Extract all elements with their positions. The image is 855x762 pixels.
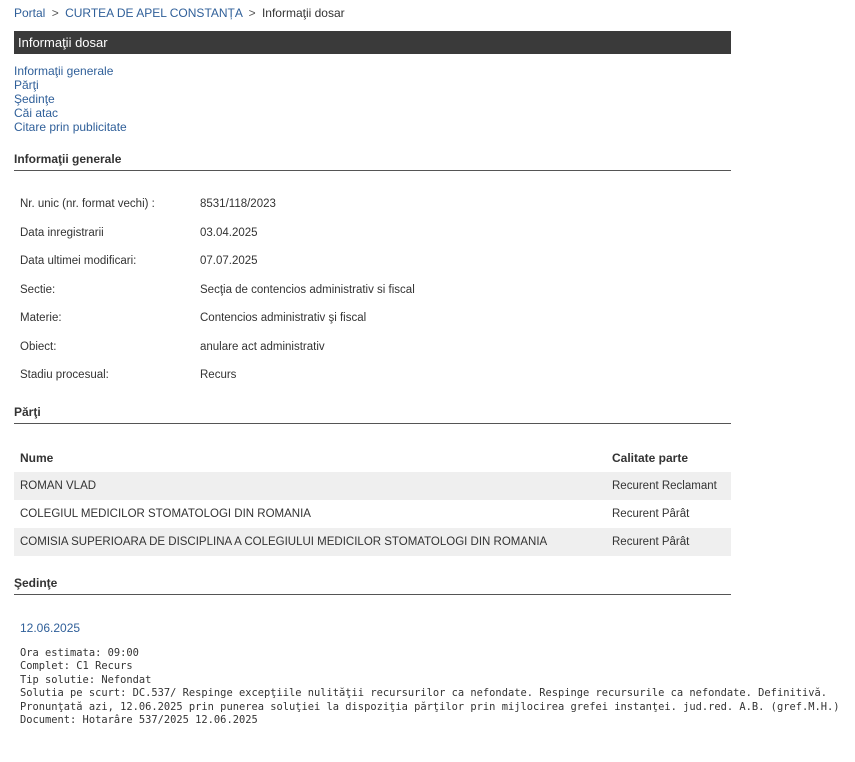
page-title: Informaţii dosar <box>14 31 731 54</box>
info-label: Stadiu procesual: <box>20 369 109 382</box>
table-row: COMISIA SUPERIOARA DE DISCIPLINA A COLEG… <box>14 528 731 556</box>
session-solution-summary: Solutia pe scurt: DC.537/ Respinge excep… <box>20 687 827 700</box>
parties-table: Nume Calitate parte ROMAN VLAD Recurent … <box>14 444 731 556</box>
sessions-heading: Şedinţe <box>14 576 731 595</box>
session-document: Document: Hotarâre 537/2025 12.06.2025 <box>20 714 258 727</box>
info-row: Obiect: anulare act administrativ <box>20 333 415 362</box>
info-value: 8531/118/2023 <box>200 198 276 211</box>
nav-link-appeals[interactable]: Căi atac <box>14 106 127 120</box>
info-row: Nr. unic (nr. format vechi) : 8531/118/2… <box>20 190 415 219</box>
column-header-role: Calitate parte <box>612 451 689 465</box>
party-role: Recurent Pârât <box>612 508 690 520</box>
nav-link-general[interactable]: Informaţii generale <box>14 64 127 78</box>
info-label: Materie: <box>20 312 62 325</box>
general-info-table: Nr. unic (nr. format vechi) : 8531/118/2… <box>20 190 415 390</box>
column-header-name: Nume <box>20 451 54 465</box>
session-entry: 12.06.2025 Ora estimata: 09:00 Complet: … <box>20 621 840 727</box>
info-row: Materie: Contencios administrativ şi fis… <box>20 304 415 333</box>
table-row: COLEGIUL MEDICILOR STOMATOLOGI DIN ROMAN… <box>14 500 731 528</box>
session-pronouncement: Pronunţată azi, 12.06.2025 prin punerea … <box>20 700 840 713</box>
breadcrumb-current: Informaţii dosar <box>261 6 345 20</box>
session-solution-type: Tip solutie: Nefondat <box>20 673 152 686</box>
nav-link-sessions[interactable]: Şedinţe <box>14 92 127 106</box>
party-name: ROMAN VLAD <box>14 472 606 500</box>
info-value: anulare act administrativ <box>200 340 325 353</box>
party-name: COMISIA SUPERIOARA DE DISCIPLINA A COLEG… <box>14 528 606 556</box>
session-panel: Complet: C1 Recurs <box>20 660 133 673</box>
info-value: 03.04.2025 <box>200 226 258 239</box>
info-value: 07.07.2025 <box>200 255 258 268</box>
info-label: Obiect: <box>20 340 57 353</box>
parties-header-row: Nume Calitate parte <box>14 444 731 472</box>
session-estimated-time: Ora estimata: 09:00 <box>20 647 139 659</box>
breadcrumb: Portal > CURTEA DE APEL CONSTANȚA > Info… <box>14 6 345 20</box>
section-nav: Informaţii generale Părţi Şedinţe Căi at… <box>14 64 127 134</box>
nav-link-public-summons[interactable]: Citare prin publicitate <box>14 120 127 134</box>
info-row: Stadiu procesual: Recurs <box>20 361 415 390</box>
info-label: Sectie: <box>20 283 56 296</box>
session-date-link[interactable]: 12.06.2025 <box>20 621 840 635</box>
session-details: Ora estimata: 09:00 Complet: C1 Recurs T… <box>20 647 840 727</box>
breadcrumb-portal-link[interactable]: Portal <box>14 6 45 20</box>
info-label: Data ultimei modificari: <box>20 255 137 268</box>
info-label: Data inregistrarii <box>20 226 104 239</box>
party-role: Recurent Reclamant <box>606 472 731 500</box>
breadcrumb-separator: > <box>51 6 59 20</box>
info-value: Secţia de contencios administrativ si fi… <box>200 283 415 296</box>
info-value: Recurs <box>200 369 237 382</box>
table-row: ROMAN VLAD Recurent Reclamant <box>14 472 731 500</box>
breadcrumb-court-link[interactable]: CURTEA DE APEL CONSTANȚA <box>65 6 242 20</box>
parties-heading: Părţi <box>14 405 731 424</box>
info-label: Nr. unic (nr. format vechi) : <box>20 198 155 211</box>
party-name: COLEGIUL MEDICILOR STOMATOLOGI DIN ROMAN… <box>20 508 311 520</box>
info-row: Data inregistrarii 03.04.2025 <box>20 219 415 248</box>
party-role: Recurent Pârât <box>606 528 731 556</box>
info-value: Contencios administrativ şi fiscal <box>200 312 367 325</box>
breadcrumb-separator: > <box>248 6 256 20</box>
info-row: Data ultimei modificari: 07.07.2025 <box>20 247 415 276</box>
info-row: Sectie: Secţia de contencios administrat… <box>20 276 415 305</box>
nav-link-parties[interactable]: Părţi <box>14 78 127 92</box>
general-info-heading: Informaţii generale <box>14 152 731 171</box>
